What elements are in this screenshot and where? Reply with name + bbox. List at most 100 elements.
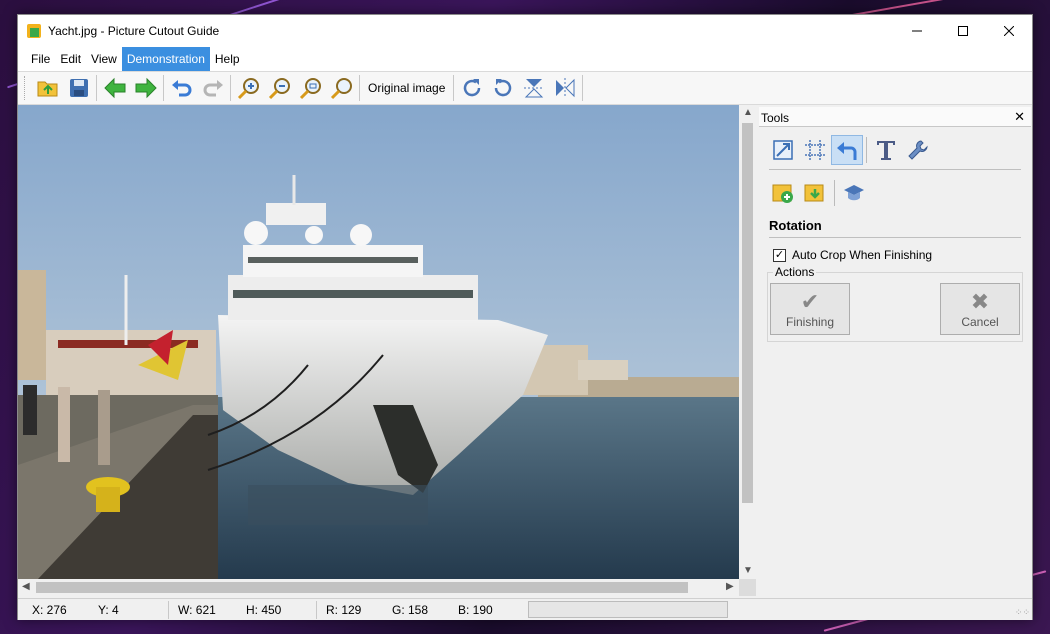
arrow-left-icon xyxy=(103,77,125,99)
export-image-button[interactable] xyxy=(799,178,831,208)
image-canvas[interactable] xyxy=(18,105,739,579)
toolbar: Original image xyxy=(18,71,1032,105)
redo-button[interactable] xyxy=(197,73,228,103)
zoom-in-button[interactable] xyxy=(233,73,264,103)
settings-tool-button[interactable] xyxy=(902,135,934,165)
scroll-left-icon[interactable]: ◀ xyxy=(22,581,30,592)
toolbar-separator xyxy=(453,75,455,101)
rotate-counterclockwise-button[interactable] xyxy=(487,73,518,103)
rotate-clockwise-button[interactable] xyxy=(456,73,487,103)
close-button[interactable] xyxy=(986,15,1032,47)
open-folder-icon xyxy=(37,81,57,97)
text-t-icon xyxy=(877,141,895,160)
flip-horizontal-icon xyxy=(555,78,575,98)
flip-horizontal-button[interactable] xyxy=(549,73,580,103)
auto-crop-label[interactable]: Auto Crop When Finishing xyxy=(792,248,932,262)
flip-vertical-icon xyxy=(523,79,544,98)
zoom-out-icon xyxy=(268,78,290,100)
menu-help[interactable]: Help xyxy=(210,47,245,71)
status-b: B: 190 xyxy=(458,603,493,617)
status-g: G: 158 xyxy=(392,603,429,617)
status-bar: X: 276 Y: 4 W: 621 H: 450 R: 129 G: 158 … xyxy=(18,598,1032,620)
zoom-out-button[interactable] xyxy=(264,73,295,103)
crop-grid-icon xyxy=(805,140,825,160)
actions-legend: Actions xyxy=(773,265,817,279)
cancel-x-icon: ✖ xyxy=(970,289,990,314)
scroll-right-icon[interactable]: ▶ xyxy=(726,581,734,592)
status-x: X: 276 xyxy=(32,603,67,617)
zoom-fit-button[interactable] xyxy=(295,73,326,103)
app-window: Yacht.jpg - Picture Cutout Guide File Ed… xyxy=(17,14,1033,620)
toolbar-separator xyxy=(582,75,584,101)
finishing-button[interactable]: ✔ Finishing xyxy=(770,283,850,335)
graduation-cap-icon xyxy=(844,185,864,201)
vertical-scroll-thumb[interactable] xyxy=(742,123,753,503)
toolbar-separator xyxy=(359,75,360,101)
tutorial-button[interactable] xyxy=(838,178,870,208)
forward-button[interactable] xyxy=(130,73,161,103)
add-image-icon xyxy=(772,184,793,203)
export-image-icon xyxy=(804,184,824,202)
arrow-right-icon xyxy=(135,77,157,99)
resize-grip-icon[interactable]: ⁘⁘ xyxy=(1015,607,1030,618)
tools-separator xyxy=(866,137,867,163)
status-y: Y: 4 xyxy=(98,603,119,617)
flip-vertical-button[interactable] xyxy=(518,73,549,103)
tools-panel-title: Tools xyxy=(761,111,790,125)
save-button[interactable] xyxy=(63,73,94,103)
menu-file[interactable]: File xyxy=(26,47,55,71)
open-button[interactable] xyxy=(32,73,63,103)
wrench-icon xyxy=(908,140,928,160)
undo-icon xyxy=(171,80,191,97)
menu-bar: File Edit View Demonstration Help xyxy=(18,47,1032,71)
text-tool-button[interactable] xyxy=(870,135,902,165)
original-image-button[interactable]: Original image xyxy=(362,81,451,95)
tools-row-2 xyxy=(759,178,1031,208)
horizontal-scrollbar[interactable]: ◀ ▶ xyxy=(18,579,739,596)
close-icon xyxy=(1004,26,1014,36)
title-bar: Yacht.jpg - Picture Cutout Guide xyxy=(18,15,1032,47)
checkmark-icon: ✔ xyxy=(800,289,820,314)
resize-tool-button[interactable] xyxy=(767,135,799,165)
auto-crop-checkbox[interactable]: ✓ xyxy=(773,248,786,262)
rotate-arrow-icon xyxy=(837,142,857,160)
save-disk-icon xyxy=(69,79,88,97)
finishing-label: Finishing xyxy=(785,315,835,329)
tools-row-1 xyxy=(759,135,1031,165)
menu-view[interactable]: View xyxy=(86,47,122,71)
back-button[interactable] xyxy=(99,73,130,103)
menu-demonstration[interactable]: Demonstration xyxy=(121,47,210,71)
scroll-down-icon[interactable]: ▼ xyxy=(743,565,753,576)
undo-button[interactable] xyxy=(166,73,197,103)
tools-divider xyxy=(769,169,1021,170)
status-w: W: 621 xyxy=(178,603,216,617)
tools-panel-header: Tools ✕ xyxy=(759,107,1031,127)
vertical-scrollbar[interactable]: ▲ ▼ xyxy=(739,105,756,579)
zoom-actual-button[interactable] xyxy=(326,73,357,103)
maximize-icon xyxy=(958,26,968,36)
app-logo-icon xyxy=(27,24,41,38)
section-title: Rotation xyxy=(769,218,822,233)
status-separator xyxy=(168,601,169,619)
maximize-button[interactable] xyxy=(940,15,986,47)
scroll-up-icon[interactable]: ▲ xyxy=(743,107,753,118)
status-r: R: 129 xyxy=(326,603,362,617)
horizontal-scroll-thumb[interactable] xyxy=(36,582,688,593)
minimize-button[interactable] xyxy=(894,15,940,47)
rotate-clockwise-icon xyxy=(463,79,481,97)
crop-tool-button[interactable] xyxy=(799,135,831,165)
add-image-button[interactable] xyxy=(767,178,799,208)
tools-panel-close-icon[interactable]: ✕ xyxy=(1014,109,1025,125)
cancel-button[interactable]: ✖ Cancel xyxy=(940,283,1020,335)
tools-separator xyxy=(834,180,835,206)
yacht-photo xyxy=(18,105,739,579)
resize-icon xyxy=(773,140,793,160)
menu-edit[interactable]: Edit xyxy=(55,47,86,71)
status-h: H: 450 xyxy=(246,603,282,617)
zoom-in-icon xyxy=(237,78,259,100)
toolbar-separator xyxy=(96,75,97,101)
toolbar-grip[interactable] xyxy=(24,76,28,100)
rotate-counterclockwise-icon xyxy=(494,79,512,97)
rotation-tool-button[interactable] xyxy=(831,135,863,165)
redo-icon xyxy=(203,80,223,97)
